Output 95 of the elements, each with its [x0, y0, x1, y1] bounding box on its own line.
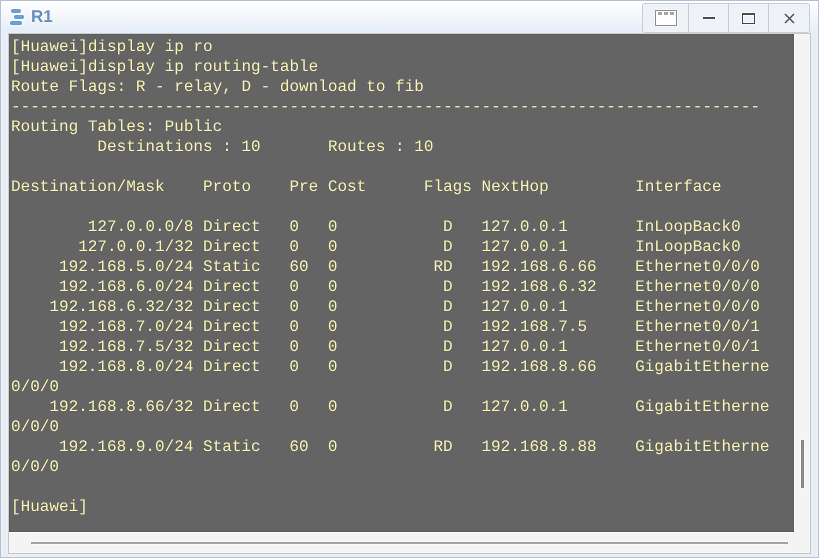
- terminal-line: Route Flags: R - relay, D - download to fib: [11, 77, 424, 97]
- wrapped-text: 0/0/0: [11, 457, 60, 477]
- terminal-line: [Huawei]display ip ro: [11, 37, 213, 57]
- wrapped-text: 0/0/0: [11, 377, 60, 397]
- table-cell-text: D: [442, 277, 453, 297]
- window-title: R1: [31, 6, 53, 28]
- table-cell-text: 0: [289, 397, 300, 417]
- summary-text: Destinations : 10: [97, 137, 262, 157]
- minimize-icon: [702, 16, 714, 20]
- table-cell-text: 192.168.5.0/24: [58, 257, 194, 277]
- table-cell-text: 127.0.0.1: [481, 297, 569, 317]
- table-cell-text: 60: [289, 257, 310, 277]
- column-header: Proto: [203, 177, 252, 197]
- table-cell-text: 0: [328, 437, 338, 457]
- table-cell-text: 60: [289, 437, 310, 457]
- table-cell-text: 0: [289, 237, 300, 257]
- summary-text: Routes : 10: [328, 137, 434, 157]
- table-cell-text: 0: [328, 357, 338, 377]
- window-grid-icon: [654, 10, 676, 26]
- scroll-thumb[interactable]: [31, 542, 788, 544]
- table-cell-text: 192.168.9.0/24: [58, 437, 194, 457]
- table-cell-text: D: [442, 217, 453, 237]
- table-cell-text: Static: [203, 437, 262, 457]
- table-cell-text: 192.168.8.66: [481, 357, 598, 377]
- table-cell-text: 192.168.8.66/32: [48, 397, 194, 417]
- table-cell-text: D: [442, 357, 453, 377]
- table-cell-text: RD: [432, 437, 453, 457]
- table-cell-text: 0: [328, 237, 338, 257]
- column-header: Interface: [635, 177, 723, 197]
- table-cell-text: Ethernet0/0/0: [635, 257, 761, 277]
- terminal-line: Routing Tables: Public: [11, 117, 222, 137]
- table-cell-text: 0: [328, 217, 338, 237]
- table-cell-text: 0: [289, 277, 300, 297]
- table-cell-text: 192.168.6.32/32: [48, 297, 194, 317]
- table-cell-text: 0: [289, 217, 300, 237]
- column-header: Cost: [328, 177, 368, 197]
- table-cell-text: D: [442, 297, 453, 317]
- table-cell-text: 127.0.0.1: [481, 397, 569, 417]
- table-cell-text: 192.168.6.32: [481, 277, 598, 297]
- table-cell-text: RD: [432, 257, 453, 277]
- table-cell-text: Static: [203, 257, 262, 277]
- terminal-line: [Huawei]display ip routing-table: [11, 57, 318, 77]
- table-cell-text: Ethernet0/0/0: [635, 277, 761, 297]
- close-icon: [784, 12, 794, 24]
- table-cell-text: 192.168.7.5/32: [58, 337, 194, 357]
- table-cell-text: 192.168.8.0/24: [58, 357, 194, 377]
- table-cell-text: 0: [328, 257, 338, 277]
- table-cell-text: 0: [289, 297, 300, 317]
- table-cell-text: D: [442, 337, 453, 357]
- table-cell-text: Direct: [203, 357, 262, 377]
- table-cell-text: 0: [289, 337, 300, 357]
- separator-line: ------------------------------------------------------------------------------: [11, 97, 760, 117]
- wrapped-text: 0/0/0: [11, 417, 60, 437]
- table-cell: GigabitEtherne: [635, 437, 770, 457]
- table-cell: GigabitEtherne: [635, 357, 770, 377]
- table-cell-text: 0: [328, 317, 338, 337]
- table-cell-text: D: [442, 237, 453, 257]
- table-cell: GigabitEtherne: [635, 397, 770, 417]
- table-cell-text: 0: [328, 277, 338, 297]
- table-cell-text: 127.0.0.0/8: [86, 217, 194, 237]
- table-cell-text: 0: [328, 397, 338, 417]
- table-cell-text: Ethernet0/0/1: [635, 337, 761, 357]
- scroll-thumb[interactable]: [800, 440, 804, 488]
- table-cell-text: 127.0.0.1: [481, 237, 569, 257]
- table-cell-text: D: [442, 317, 453, 337]
- table-cell-text: Direct: [203, 217, 262, 237]
- column-header: Pre: [289, 177, 320, 197]
- table-cell-text: Ethernet0/0/1: [635, 317, 761, 337]
- column-header: Flags: [424, 177, 473, 197]
- maximize-icon: [742, 12, 755, 24]
- column-header: Destination/Mask: [11, 177, 166, 197]
- table-cell-text: Direct: [203, 297, 262, 317]
- table-cell-text: Ethernet0/0/0: [635, 297, 761, 317]
- table-cell-text: 127.0.0.1/32: [77, 237, 194, 257]
- table-cell-text: 192.168.6.0/24: [58, 277, 194, 297]
- table-cell-text: 0: [289, 317, 300, 337]
- table-cell-text: InLoopBack0: [635, 237, 742, 257]
- table-cell-text: 192.168.7.5: [481, 317, 588, 337]
- table-cell-text: 192.168.7.0/24: [58, 317, 194, 337]
- table-cell-text: 192.168.8.88: [481, 437, 598, 457]
- table-cell-text: Direct: [203, 277, 262, 297]
- table-cell-text: 0: [328, 297, 338, 317]
- table-cell-text: 127.0.0.1: [481, 337, 569, 357]
- table-cell-text: D: [442, 397, 453, 417]
- table-cell-text: Direct: [203, 337, 262, 357]
- table-cell-text: 0: [289, 357, 300, 377]
- table-cell-text: 0: [328, 337, 338, 357]
- table-cell-text: Direct: [203, 397, 262, 417]
- table-cell-text: 127.0.0.1: [481, 217, 569, 237]
- table-cell-text: InLoopBack0: [635, 217, 742, 237]
- table-cell-text: 192.168.6.66: [481, 257, 598, 277]
- table-cell-text: Direct: [203, 317, 262, 337]
- table-cell-text: Direct: [203, 237, 262, 257]
- command-prompt: [Huawei]: [11, 497, 88, 517]
- column-header: NextHop: [481, 177, 550, 197]
